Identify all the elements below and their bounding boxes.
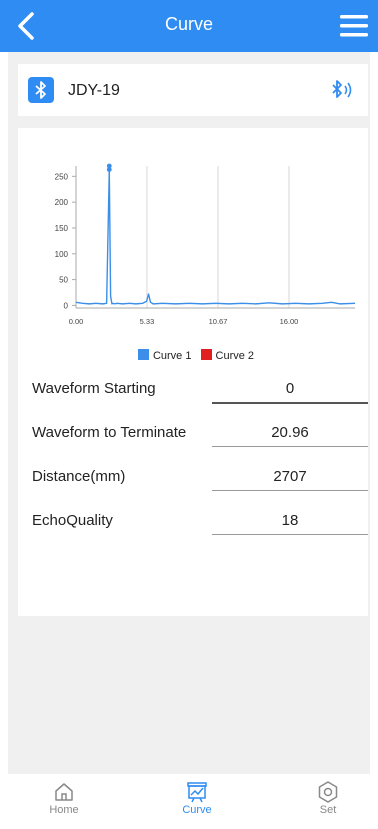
- y-tick-label: 50: [59, 276, 68, 285]
- legend-label-curve-2: Curve 2: [215, 350, 255, 362]
- settings-hex-icon: [318, 781, 338, 803]
- field-distance: Distance(mm) 2707: [32, 464, 368, 496]
- x-tick-label: 16.00: [280, 317, 299, 326]
- tab-home[interactable]: Home: [24, 780, 104, 828]
- waveform-terminate-input[interactable]: 20.96: [212, 420, 368, 447]
- field-waveform-starting: Waveform Starting 0: [32, 376, 368, 408]
- device-name: JDY-19: [68, 82, 120, 99]
- bluetooth-icon: [28, 77, 54, 103]
- hamburger-menu-icon[interactable]: [338, 10, 370, 42]
- app-root: Curve JDY-19 0.00 5.33 10.67 16.00 0 50 100 150…: [0, 0, 378, 829]
- waveform-starting-input[interactable]: 0: [212, 376, 368, 404]
- y-tick-label: 0: [64, 301, 69, 310]
- field-waveform-terminate: Waveform to Terminate 20.96: [32, 420, 368, 452]
- tab-label: Set: [319, 804, 337, 816]
- y-tick-label: 200: [55, 198, 69, 207]
- y-tick-label: 100: [55, 250, 69, 259]
- field-label: Waveform to Terminate: [32, 424, 187, 441]
- curve-panel: 0.00 5.33 10.67 16.00 0 50 100 150 200 250 Curve …: [18, 128, 368, 616]
- tab-label: Home: [49, 804, 79, 816]
- echo-quality-input[interactable]: 18: [212, 508, 368, 535]
- tab-label: Curve: [182, 804, 212, 816]
- peak-marker: [106, 167, 112, 173]
- bluetooth-connected-icon[interactable]: [328, 76, 356, 104]
- field-label: Distance(mm): [32, 468, 126, 485]
- field-echo-quality: EchoQuality 18: [32, 508, 368, 540]
- legend-swatch-curve-2: [200, 349, 212, 360]
- field-label: EchoQuality: [32, 512, 113, 529]
- field-label: Waveform Starting: [32, 380, 156, 397]
- content-area: JDY-19 0.00 5.33 10.67 16.00 0 50 100 150 200 250…: [8, 52, 370, 774]
- x-tick-label: 5.33: [140, 317, 155, 326]
- device-card[interactable]: JDY-19: [18, 64, 368, 116]
- x-tick-label: 10.67: [209, 317, 228, 326]
- tab-set[interactable]: Set: [288, 780, 368, 828]
- top-bar: Curve: [0, 0, 378, 52]
- legend-swatch-curve-1: [137, 349, 149, 360]
- home-icon: [55, 783, 73, 801]
- waveform-chart: 0.00 5.33 10.67 16.00 0 50 100 150 200 250: [55, 163, 356, 326]
- page-title: Curve: [164, 14, 213, 34]
- chart-legend: Curve 1 Curve 2: [18, 349, 368, 365]
- bottom-tab-bar: Home Curve Set: [0, 774, 378, 829]
- chart-icon: [187, 782, 207, 803]
- y-tick-label: 250: [55, 172, 69, 181]
- series-line-curve-1: [75, 169, 356, 305]
- x-tick-label: 0.00: [69, 317, 84, 326]
- legend-label-curve-1: Curve 1: [152, 350, 192, 362]
- tab-curve[interactable]: Curve: [157, 780, 237, 828]
- y-tick-label: 150: [55, 224, 69, 233]
- distance-input[interactable]: 2707: [212, 464, 368, 491]
